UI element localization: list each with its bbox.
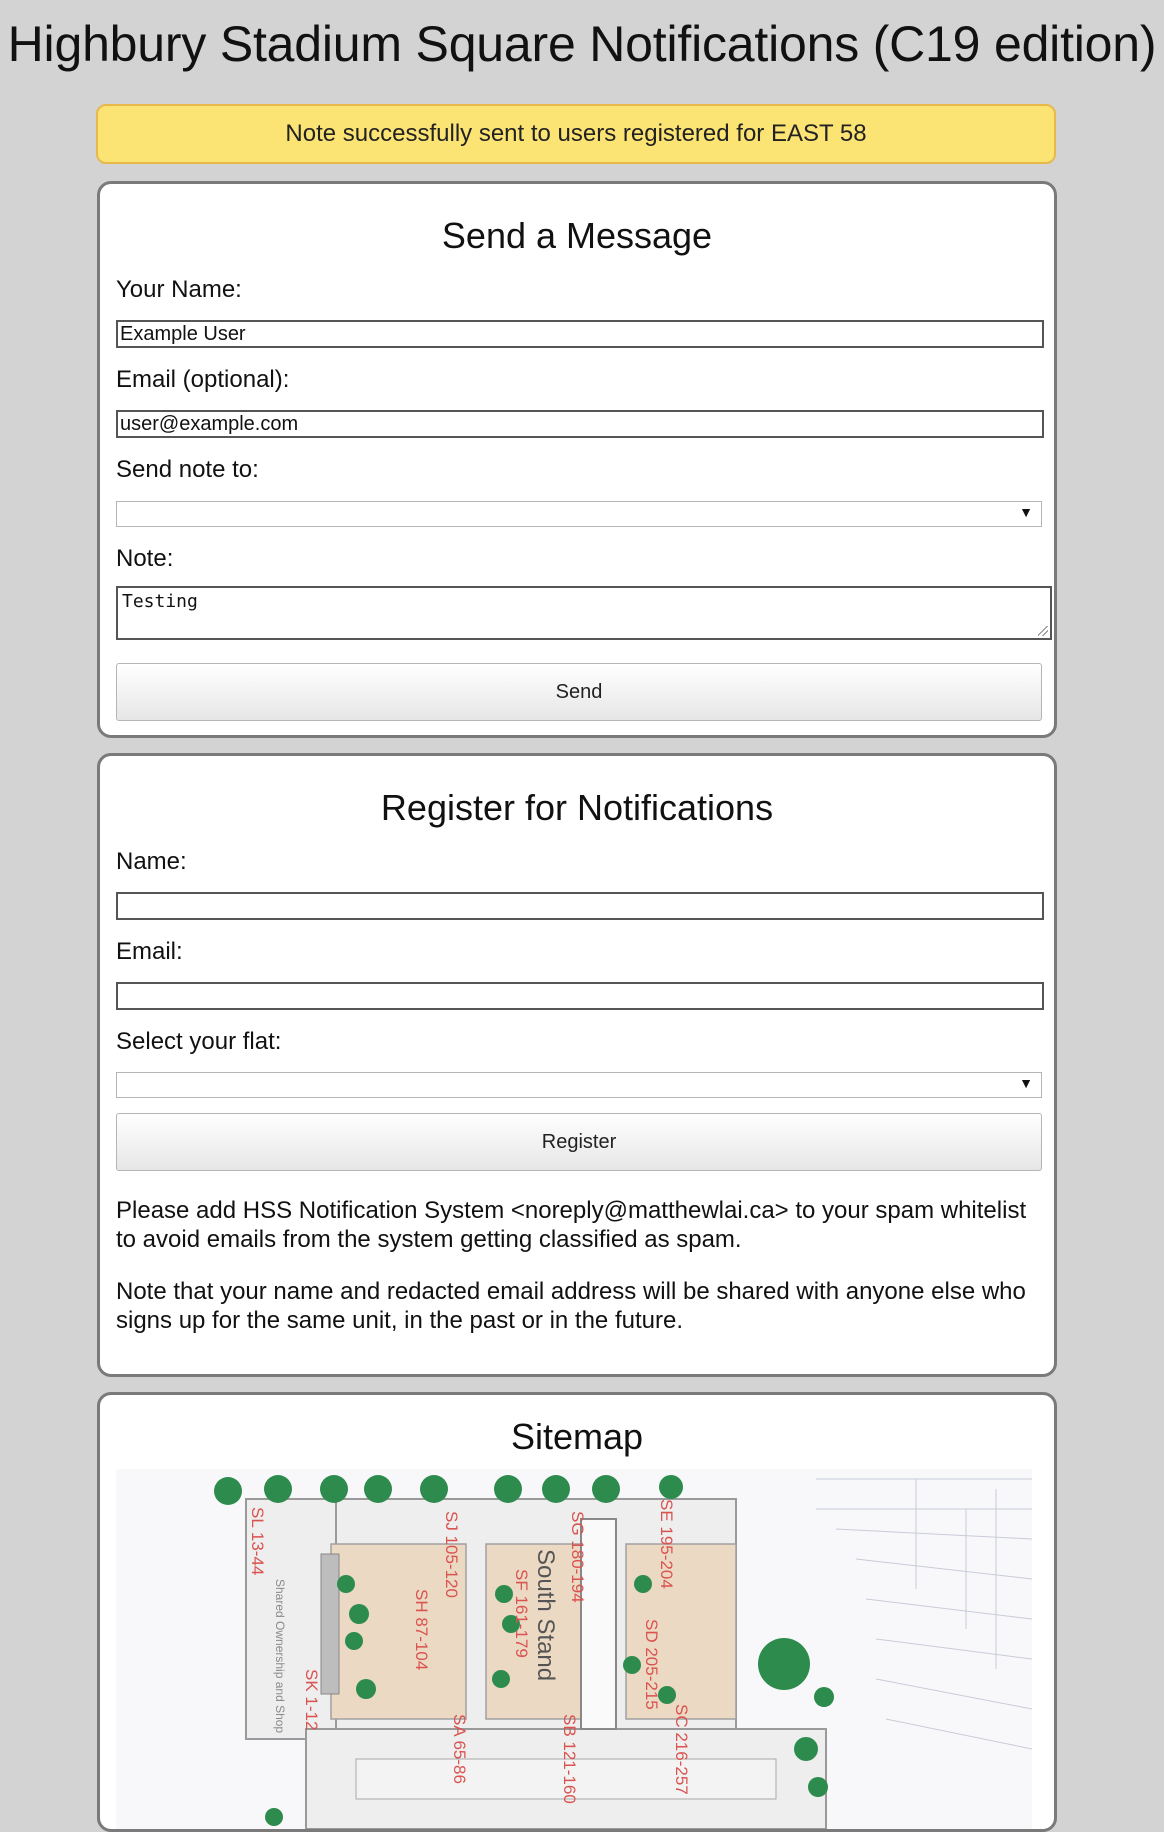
chevron-down-icon: ▼	[1019, 504, 1033, 520]
sitemap-drawing: SL 13-44 SK 1-12 SJ 105-120 SH 87-104 SA…	[214, 1475, 1032, 1829]
your-name-label: Your Name:	[116, 276, 242, 303]
send-message-panel: Send a Message Your Name: Example User E…	[97, 181, 1057, 738]
chevron-down-icon: ▼	[1019, 1075, 1033, 1091]
label-sg: SG 180-194	[568, 1511, 587, 1603]
label-sd: SD 205-215	[642, 1619, 661, 1710]
label-shop: Shared Ownership and Shop	[273, 1579, 287, 1733]
email-input[interactable]	[116, 982, 1044, 1010]
name-label: Name:	[116, 848, 187, 875]
send-note-to-select[interactable]: ▼	[116, 501, 1042, 527]
label-sk: SK 1-12	[302, 1669, 321, 1730]
send-message-heading: Send a Message	[441, 215, 713, 256]
register-button[interactable]: Register	[116, 1113, 1042, 1171]
label-sc: SC 216-257	[672, 1704, 691, 1795]
privacy-note: Note that your name and redacted email a…	[116, 1278, 1026, 1334]
label-sa: SA 65-86	[450, 1714, 469, 1784]
note-text: Testing	[122, 591, 198, 612]
sitemap-heading: Sitemap	[510, 1416, 644, 1457]
success-notice: Note successfully sent to users register…	[96, 104, 1056, 164]
note-textarea[interactable]: Testing	[116, 586, 1052, 640]
select-flat-label: Select your flat:	[116, 1028, 282, 1055]
label-sb: SB 121-160	[560, 1714, 579, 1804]
email-optional-input[interactable]: user@example.com	[116, 410, 1044, 438]
register-panel: Register for Notifications Name: Email: …	[97, 753, 1057, 1377]
sitemap-image: SL 13-44 SK 1-12 SJ 105-120 SH 87-104 SA…	[116, 1469, 1032, 1829]
label-sf: SF 161-179	[512, 1569, 531, 1658]
label-sl: SL 13-44	[248, 1507, 267, 1575]
send-note-to-label: Send note to:	[116, 456, 259, 483]
register-heading: Register for Notifications	[380, 787, 774, 828]
your-name-input[interactable]: Example User	[116, 320, 1044, 348]
page-title: Highbury Stadium Square Notifications (C…	[7, 16, 1157, 72]
name-input[interactable]	[116, 892, 1044, 920]
note-label: Note:	[116, 545, 174, 572]
send-button[interactable]: Send	[116, 663, 1042, 721]
label-south-stand: South Stand	[532, 1549, 559, 1681]
email-optional-label: Email (optional):	[116, 366, 290, 393]
sitemap-panel: Sitemap SL 13-44 SK 1-12 SJ 105-120 SH 8…	[97, 1392, 1057, 1832]
label-sh: SH 87-104	[412, 1589, 431, 1670]
email-label: Email:	[116, 938, 183, 965]
label-se: SE 195-204	[657, 1499, 676, 1589]
resize-handle-icon[interactable]	[1038, 626, 1048, 636]
whitelist-note: Please add HSS Notification System <nore…	[116, 1197, 1027, 1253]
select-flat-select[interactable]: ▼	[116, 1072, 1042, 1098]
label-sj: SJ 105-120	[442, 1511, 461, 1598]
